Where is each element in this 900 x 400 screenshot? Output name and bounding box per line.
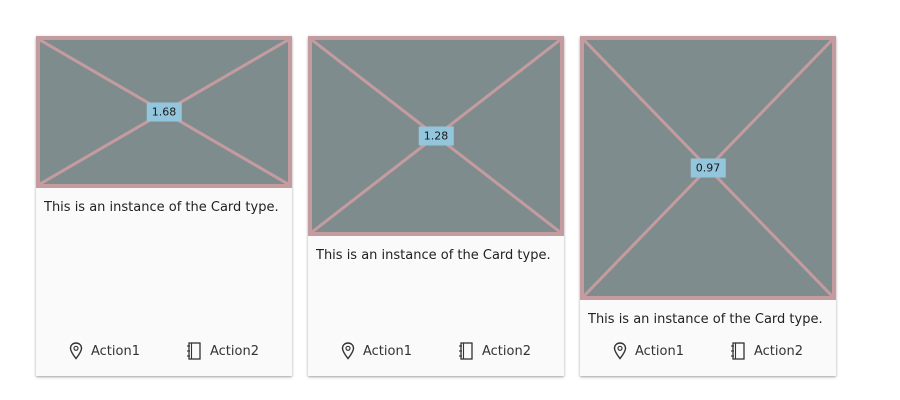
action2-button[interactable]: Action2	[458, 342, 531, 360]
map-pin-icon	[341, 342, 355, 360]
action1-label: Action1	[363, 343, 412, 359]
map-pin-icon	[69, 342, 83, 360]
action1-label: Action1	[635, 343, 684, 359]
card-description: This is an instance of the Card type.	[44, 200, 279, 215]
notebook-icon	[187, 342, 201, 360]
card-media-placeholder: 1.68	[36, 36, 292, 188]
card-media-placeholder: 0.97	[580, 36, 836, 300]
card-actions: Action1 Action2	[580, 340, 836, 362]
card-2: 1.28 This is an instance of the Card typ…	[308, 36, 564, 376]
card-description: This is an instance of the Card type.	[588, 312, 823, 327]
action1-button[interactable]: Action1	[69, 342, 140, 360]
action1-button[interactable]: Action1	[613, 342, 684, 360]
card-3: 0.97 This is an instance of the Card typ…	[580, 36, 836, 376]
card-description: This is an instance of the Card type.	[316, 248, 551, 263]
card-media-placeholder: 1.28	[308, 36, 564, 236]
card-1: 1.68 This is an instance of the Card typ…	[36, 36, 292, 376]
action2-button[interactable]: Action2	[730, 342, 803, 360]
notebook-icon	[731, 342, 745, 360]
aspect-ratio-badge: 0.97	[690, 158, 726, 178]
aspect-ratio-badge: 1.28	[418, 126, 454, 146]
action2-button[interactable]: Action2	[186, 342, 259, 360]
action1-button[interactable]: Action1	[341, 342, 412, 360]
notebook-icon	[459, 342, 473, 360]
action2-label: Action2	[482, 343, 531, 359]
card-actions: Action1 Action2	[36, 340, 292, 362]
card-actions: Action1 Action2	[308, 340, 564, 362]
aspect-ratio-badge: 1.68	[146, 102, 182, 122]
map-pin-icon	[613, 342, 627, 360]
action2-label: Action2	[754, 343, 803, 359]
action1-label: Action1	[91, 343, 140, 359]
action2-label: Action2	[210, 343, 259, 359]
cards-container: 1.68 This is an instance of the Card typ…	[0, 0, 900, 400]
